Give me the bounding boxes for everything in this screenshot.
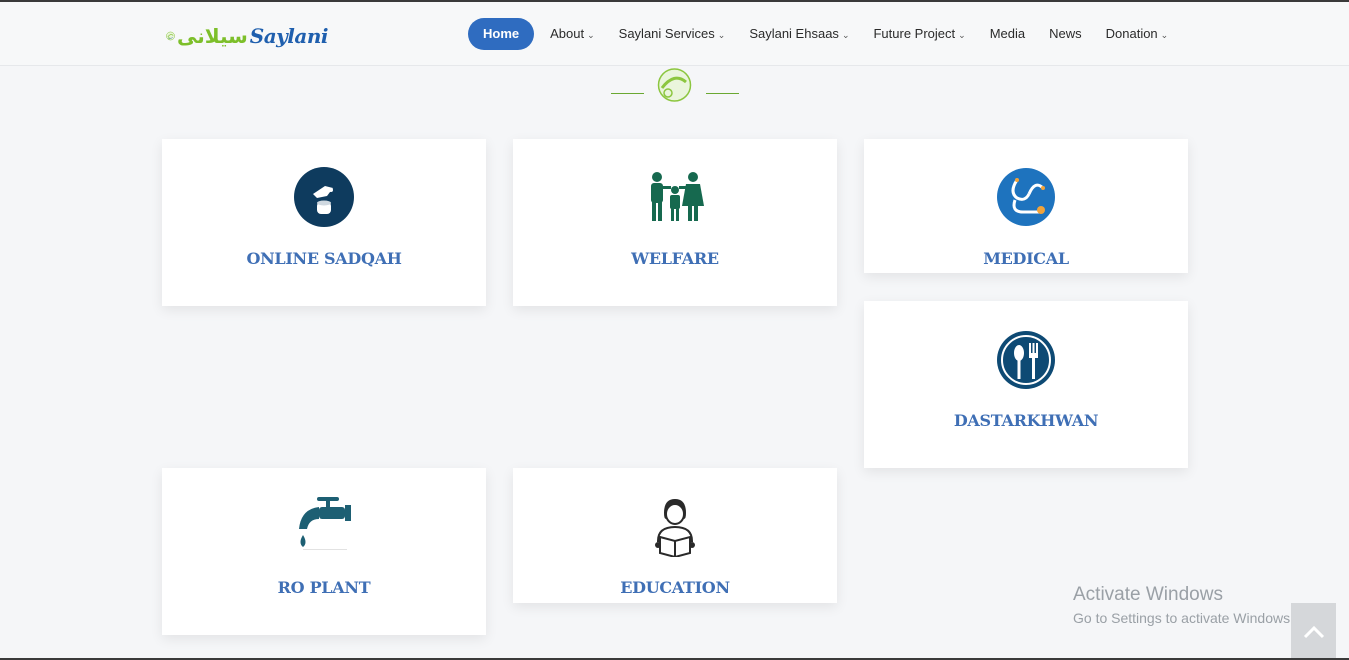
- logo-text: Saylani: [249, 24, 329, 48]
- nav-home-label: Home: [483, 26, 520, 41]
- family-icon: [651, 172, 704, 221]
- card-education[interactable]: EDUCATION: [513, 468, 837, 603]
- nav-saylani-ehsaas[interactable]: Saylani Ehsaas ⌄: [741, 18, 857, 50]
- chevron-up-icon: [1303, 625, 1324, 638]
- main-nav: Home About ⌄ Saylani Services ⌄ Saylani Eh…: [468, 18, 1176, 50]
- chevron-down-icon: ⌄: [587, 30, 595, 40]
- logo-urdu-text: سیلانی: [177, 25, 248, 48]
- saylani-logo[interactable]: سیلانی Saylani: [166, 14, 329, 58]
- site-header: سیلانی Saylani Home About ⌄ Saylani Servi…: [0, 2, 1349, 66]
- nav-future-project[interactable]: Future Project ⌄: [865, 18, 973, 50]
- nav-future-project-label: Future Project: [873, 26, 956, 41]
- chevron-down-icon: ⌄: [958, 30, 966, 40]
- emblem-icon: [657, 68, 692, 102]
- card-welfare[interactable]: WELFARE: [513, 139, 837, 306]
- nav-media[interactable]: Media: [982, 18, 1033, 50]
- sadqah-icon: [294, 167, 354, 227]
- nav-saylani-ehsaas-label: Saylani Ehsaas: [749, 26, 839, 41]
- card-title: RO PLANT: [277, 578, 371, 597]
- nav-media-label: Media: [989, 26, 1026, 41]
- nav-home[interactable]: Home: [468, 18, 535, 50]
- card-title: MEDICAL: [983, 249, 1069, 268]
- student-reading-icon: [655, 499, 695, 557]
- card-ro-plant[interactable]: RO PLANT: [162, 468, 486, 635]
- chevron-down-icon: ⌄: [1160, 30, 1169, 40]
- card-online-sadqah[interactable]: ONLINE SADQAH: [162, 139, 486, 306]
- scroll-to-top-button[interactable]: [1291, 603, 1336, 660]
- stethoscope-icon: [997, 168, 1055, 226]
- card-title: ONLINE SADQAH: [246, 249, 402, 268]
- nav-news[interactable]: News: [1041, 18, 1090, 50]
- water-tap-icon: [299, 497, 351, 550]
- card-title: DASTARKHWAN: [953, 411, 1099, 430]
- chevron-down-icon: ⌄: [717, 30, 726, 40]
- nav-saylani-services-label: Saylani Services: [618, 26, 715, 41]
- chevron-down-icon: ⌄: [841, 30, 850, 40]
- spoon-fork-icon: [997, 331, 1055, 389]
- nav-about-label: About: [550, 26, 585, 41]
- nav-donation-label: Donation: [1105, 26, 1158, 41]
- logo-emblem-icon: [166, 31, 175, 41]
- section-divider: [611, 68, 739, 102]
- card-medical[interactable]: MEDICAL: [864, 139, 1188, 273]
- nav-saylani-services[interactable]: Saylani Services ⌄: [611, 18, 734, 50]
- nav-donation[interactable]: Donation ⌄: [1098, 18, 1177, 50]
- watermark-subtitle: Go to Settings to activate Windows.: [1073, 610, 1294, 626]
- card-title: EDUCATION: [620, 578, 730, 597]
- windows-activation-watermark: Activate Windows Go to Settings to activ…: [1073, 584, 1294, 626]
- watermark-title: Activate Windows: [1073, 584, 1223, 605]
- nav-about[interactable]: About ⌄: [542, 18, 603, 50]
- card-title: WELFARE: [631, 249, 719, 268]
- card-dastarkhwan[interactable]: DASTARKHWAN: [864, 301, 1188, 468]
- nav-news-label: News: [1049, 26, 1082, 41]
